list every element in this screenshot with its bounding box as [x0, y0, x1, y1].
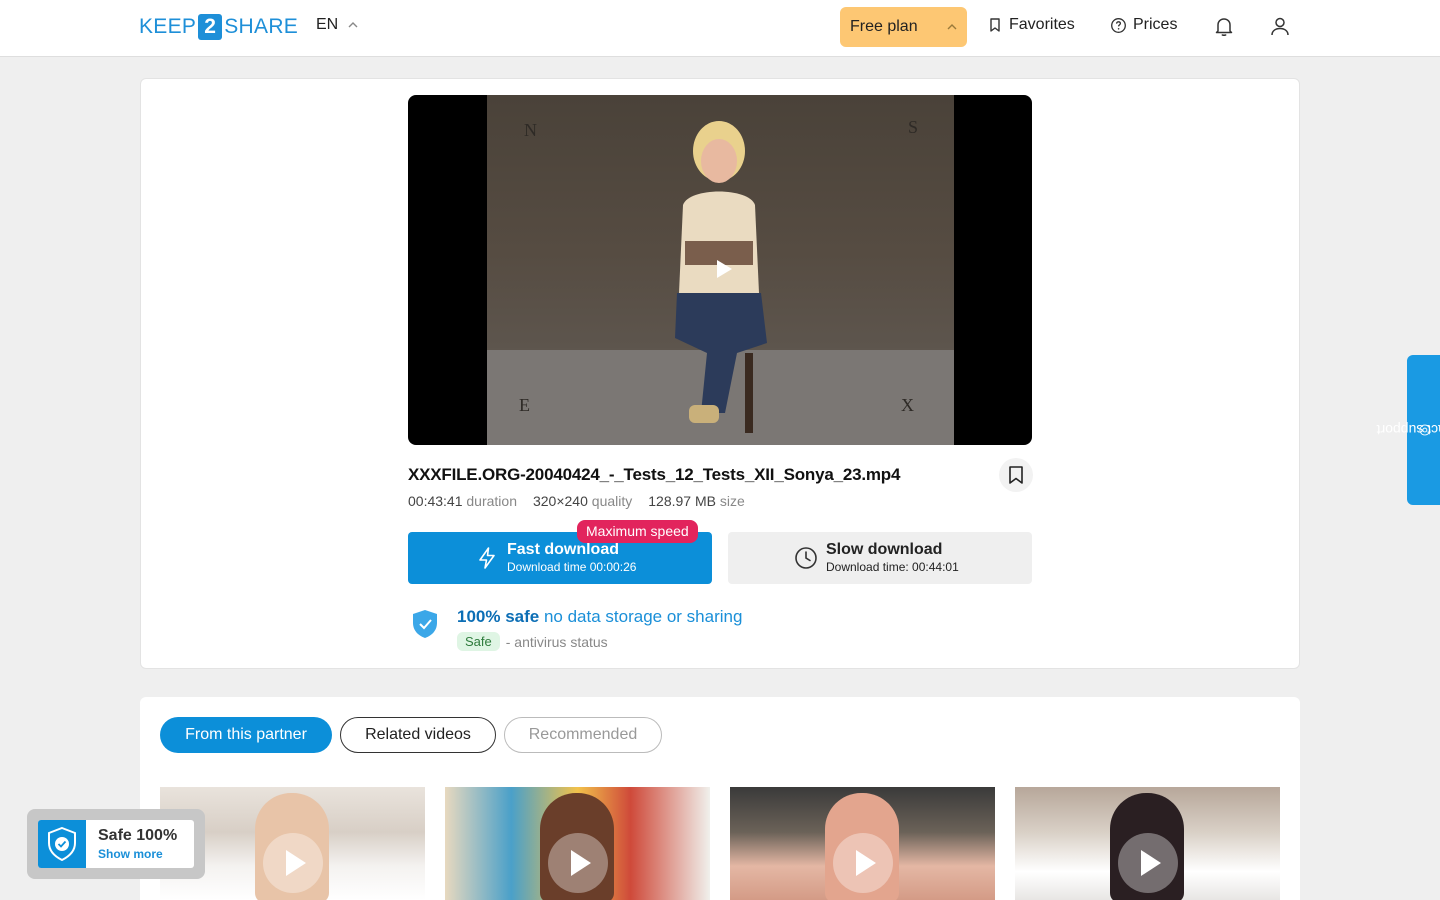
duration-value: 00:43:41 — [408, 493, 463, 509]
prices-link[interactable]: Prices — [1110, 16, 1177, 34]
logo-number: 2 — [198, 14, 223, 40]
slow-download-time: Download time: 00:44:01 — [826, 560, 959, 574]
favorites-link[interactable]: Favorites — [987, 16, 1075, 34]
status-badge: Safe — [457, 632, 500, 651]
user-icon[interactable] — [1268, 14, 1292, 38]
slow-download-text: Slow download Download time: 00:44:01 — [826, 541, 959, 575]
safe-widget-title: Safe 100% — [98, 827, 178, 844]
play-icon[interactable] — [262, 833, 323, 893]
logo-text-right: SHARE — [224, 15, 299, 38]
free-plan-button[interactable]: Free plan — [840, 7, 967, 47]
tab-from-this-partner[interactable]: From this partner — [160, 717, 332, 753]
quality-label: quality — [591, 493, 633, 509]
corner-letter: N — [524, 120, 537, 140]
file-meta: 00:43:41 duration 320×240 quality 128.97… — [408, 493, 745, 509]
bell-icon[interactable] — [1212, 14, 1236, 38]
favorites-label: Favorites — [1009, 16, 1075, 33]
slow-download-button[interactable]: Slow download Download time: 00:44:01 — [728, 532, 1032, 584]
plan-label: Free plan — [850, 18, 918, 35]
bookmark-icon — [990, 18, 1000, 32]
question-circle-icon — [1111, 17, 1126, 33]
corner-letter: X — [901, 395, 914, 415]
language-label: EN — [316, 16, 339, 33]
play-icon[interactable] — [547, 833, 608, 893]
quality-meta: 320×240 quality — [533, 493, 632, 509]
chevron-up-icon — [947, 24, 957, 30]
corner-letter: S — [908, 117, 919, 137]
safe-widget[interactable]: Safe 100% Show more — [27, 809, 205, 879]
language-selector[interactable]: EN — [316, 16, 358, 34]
play-icon[interactable] — [1117, 833, 1178, 893]
contact-support-tab[interactable]: ◎ contact support — [1376, 355, 1440, 505]
show-more-link[interactable]: Show more — [98, 847, 163, 861]
quality-value: 320×240 — [532, 493, 588, 509]
antivirus-status-text: - antivirus status — [505, 633, 608, 650]
logo-text-left: KEEP — [139, 15, 197, 38]
slow-download-title: Slow download — [826, 541, 943, 558]
contact-support-label: ◎ contact support — [1376, 422, 1440, 438]
video-thumbnail[interactable] — [730, 787, 995, 900]
tab-recommended[interactable]: Recommended — [504, 717, 662, 753]
file-name: XXXFILE.ORG-20040424_-_Tests_12_Tests_XI… — [408, 465, 901, 484]
play-icon[interactable] — [832, 833, 893, 893]
bookmark-icon — [1009, 466, 1023, 484]
play-icon[interactable] — [715, 259, 733, 279]
size-label: size — [719, 493, 745, 509]
tab-related-videos[interactable]: Related videos — [340, 717, 496, 753]
safety-headline: 100% safe no data storage or sharing — [457, 607, 742, 627]
duration-meta: 00:43:41 duration — [408, 493, 517, 509]
video-thumbnail[interactable] — [445, 787, 710, 900]
size-meta: 128.97 MB size — [648, 493, 745, 509]
top-header: KEEP 2 SHARE EN Free plan Favorites Pric… — [0, 0, 1440, 57]
safe-widget-body: Safe 100% Show more — [38, 820, 194, 868]
add-to-favorites-button[interactable] — [999, 458, 1033, 492]
safety-headline-text[interactable]: no data storage or sharing — [544, 607, 742, 626]
shield-check-icon — [48, 827, 76, 861]
contact-support-text: contact support — [1375, 422, 1440, 438]
prices-label: Prices — [1133, 16, 1178, 33]
video-thumbnail[interactable] — [1015, 787, 1280, 900]
size-value: 128.97 MB — [648, 493, 716, 509]
video-player[interactable]: N S E X — [408, 95, 1032, 445]
antivirus-status: Safe - antivirus status — [457, 632, 608, 651]
fast-download-time: Download time 00:00:26 — [507, 560, 637, 574]
duration-label: duration — [466, 493, 517, 509]
safety-headline-bold: 100% safe — [457, 607, 540, 626]
fast-download-title: Fast download — [507, 541, 619, 558]
maximum-speed-badge: Maximum speed — [577, 520, 698, 543]
clock-icon — [795, 547, 817, 569]
safe-widget-icon-box — [38, 820, 86, 868]
corner-letter: E — [519, 395, 530, 415]
fast-download-text: Fast download Download time 00:00:26 — [507, 541, 636, 575]
shield-check-icon — [413, 610, 437, 638]
chevron-up-icon — [348, 22, 358, 28]
logo[interactable]: KEEP 2 SHARE — [139, 14, 298, 40]
lightning-icon — [479, 547, 495, 569]
